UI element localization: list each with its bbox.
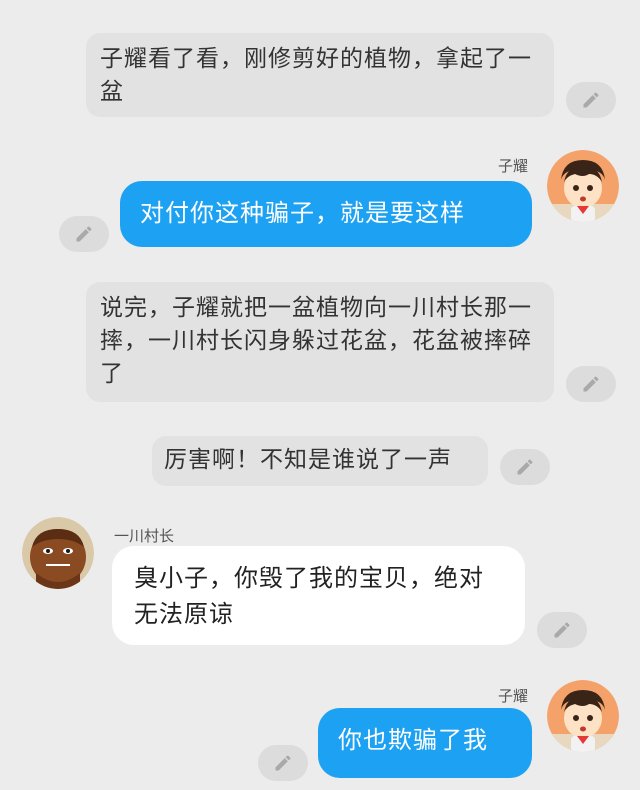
- narration-text: 说完，子耀就把一盆植物向一川村长那一摔，一川村长闪身躲过花盆，花盆被摔碎了: [100, 295, 532, 387]
- boy-avatar-image: [547, 680, 619, 752]
- narration-text: 子耀看了看，刚修剪好的植物，拿起了一盆: [100, 46, 532, 105]
- speech-bubble-left[interactable]: 臭小子，你毁了我的宝贝，绝对无法原谅: [112, 546, 525, 645]
- avatar-ziyao[interactable]: [547, 150, 619, 222]
- edit-button[interactable]: [59, 216, 109, 252]
- edit-button[interactable]: [258, 745, 308, 781]
- speech-bubble-right[interactable]: 你也欺骗了我: [318, 708, 532, 778]
- edit-button[interactable]: [537, 612, 587, 648]
- chat-top-edge: [0, 0, 640, 6]
- pencil-icon: [76, 226, 92, 242]
- edit-button[interactable]: [500, 449, 550, 485]
- edit-button[interactable]: [566, 82, 616, 118]
- avatar-village-chief[interactable]: [22, 517, 94, 589]
- narration-bubble[interactable]: 说完，子耀就把一盆植物向一川村长那一摔，一川村长闪身躲过花盆，花盆被摔碎了: [86, 282, 554, 402]
- narration-bubble[interactable]: 子耀看了看，刚修剪好的植物，拿起了一盆: [86, 33, 554, 117]
- boy-avatar-image: [547, 150, 619, 222]
- narration-bubble[interactable]: 厉害啊！不知是谁说了一声: [152, 436, 488, 486]
- narration-text: 厉害啊！不知是谁说了一声: [164, 447, 452, 473]
- pencil-icon: [517, 459, 533, 475]
- pencil-icon: [275, 755, 291, 771]
- pencil-icon: [583, 376, 599, 392]
- speech-text: 你也欺骗了我: [338, 726, 488, 754]
- avatar-ziyao[interactable]: [547, 680, 619, 752]
- edit-button[interactable]: [566, 366, 616, 402]
- speaker-name: 子耀: [497, 157, 528, 175]
- speech-text: 臭小子，你毁了我的宝贝，绝对无法原谅: [134, 564, 484, 628]
- speaker-name: 一川村长: [114, 527, 175, 545]
- pencil-icon: [583, 92, 599, 108]
- speaker-name: 子耀: [497, 687, 528, 705]
- chief-avatar-image: [22, 517, 94, 589]
- speech-bubble-right[interactable]: 对付你这种骗子，就是要这样: [120, 181, 532, 247]
- pencil-icon: [554, 622, 570, 638]
- speech-text: 对付你这种骗子，就是要这样: [140, 199, 465, 227]
